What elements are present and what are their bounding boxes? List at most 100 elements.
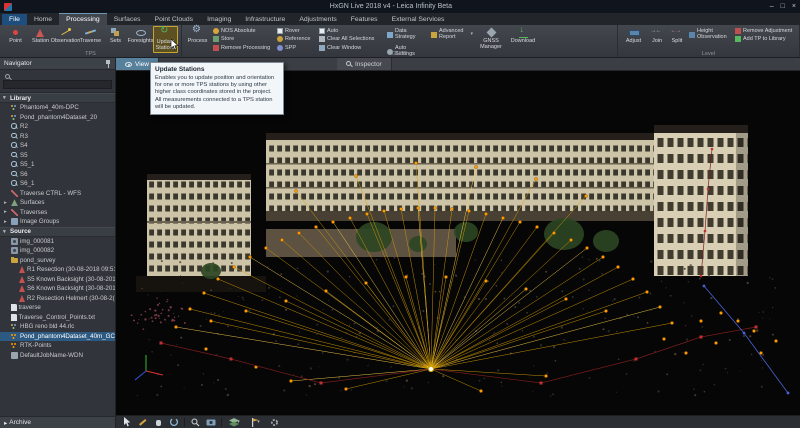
ribbon-tab[interactable]: External Services: [385, 14, 452, 25]
tree-item[interactable]: pond_survey: [0, 256, 115, 266]
tree-item[interactable]: S6: [0, 170, 115, 180]
tree-branch[interactable]: ▸ Image Groups: [0, 217, 115, 227]
ribbon-button[interactable]: Traverse: [78, 26, 103, 53]
ribbon-small-button[interactable]: Data Strategy: [386, 27, 424, 43]
ribbon-small-button[interactable]: Auto: [318, 27, 384, 35]
tree-item-icon: [11, 104, 18, 111]
add-tp-button[interactable]: Add TP to Library: [734, 36, 796, 44]
viewport-3d[interactable]: ▾ ▾: [116, 71, 800, 428]
tree-item[interactable]: Phantom4_40m-DPC: [0, 103, 115, 113]
tree-item[interactable]: img_000082: [0, 246, 115, 256]
ribbon-tab[interactable]: Infrastructure: [238, 14, 292, 25]
orbit-icon[interactable]: [168, 417, 180, 428]
ribbon-tab[interactable]: Features: [344, 14, 385, 25]
tree-item[interactable]: S6 Known Backsight (30-08-201: [0, 284, 115, 294]
tree-item[interactable]: R2: [0, 122, 115, 132]
source-section-header[interactable]: ▾ Source: [0, 227, 115, 237]
ribbon-tab[interactable]: Adjustments: [292, 14, 343, 25]
tree-branch[interactable]: ▸ Surfaces: [0, 198, 115, 208]
ribbon-small-button[interactable]: Reference: [276, 36, 316, 44]
ribbon-small-button[interactable]: Rover: [276, 27, 316, 35]
close-button[interactable]: ×: [792, 3, 796, 10]
ribbon-tab[interactable]: Imaging: [200, 14, 238, 25]
tree-item[interactable]: Traverse CTRL - WFS: [0, 189, 115, 199]
tree-branch[interactable]: ▸ Traverses: [0, 208, 115, 218]
tree-item[interactable]: traverse: [0, 303, 115, 313]
tree-item[interactable]: Pond_phantom4Dataset_20: [0, 113, 115, 123]
tree-item-icon: [11, 314, 17, 321]
tree-item[interactable]: S6_1: [0, 179, 115, 189]
gnss-manager-button[interactable]: GNSS Manager: [476, 26, 506, 51]
draw-icon[interactable]: [136, 417, 148, 428]
small-button-label: SPP: [285, 45, 296, 51]
ribbon-small-button[interactable]: Clear All Selections: [318, 36, 384, 44]
tree-item[interactable]: Pond_phantom4Dataset_40m_GCPs: [0, 332, 115, 342]
ribbon-button[interactable]: Sets: [103, 26, 128, 53]
remove-adjustment-button[interactable]: Remove Adjustment: [734, 27, 796, 35]
split-button[interactable]: Split: [668, 26, 686, 45]
pan-icon[interactable]: [152, 417, 164, 428]
advanced-report-button[interactable]: Advanced Report ▾: [430, 27, 474, 43]
navigator-search-input[interactable]: [3, 80, 112, 89]
ribbon-tab[interactable]: File: [2, 14, 27, 25]
display-mode-icon[interactable]: ▾: [247, 417, 264, 428]
ribbon-small-button[interactable]: Store: [212, 36, 274, 44]
ribbon-tab[interactable]: Surfaces: [107, 14, 148, 25]
tree-item[interactable]: DefaultJobName-WDN: [0, 351, 115, 361]
library-section-header[interactable]: ▾ Library: [0, 93, 115, 103]
tree-item[interactable]: HBG reno bld 44.rlc: [0, 322, 115, 332]
archive-section-header[interactable]: ▸ Archive: [0, 416, 115, 428]
tree-item-icon: [11, 258, 18, 263]
tree-item[interactable]: img_000081: [0, 237, 115, 247]
camera-view-icon[interactable]: [205, 417, 217, 428]
settings-icon[interactable]: [268, 417, 280, 428]
tree-item-icon: [11, 171, 18, 178]
ribbon-button-label: Foresights: [128, 39, 154, 45]
tree-item[interactable]: R1 Resection (30-08-2018 09:51): [0, 265, 115, 275]
tree-item-icon: [11, 142, 18, 149]
ribbon-button[interactable]: Point: [3, 26, 28, 53]
tree-item[interactable]: RTK-Points: [0, 341, 115, 351]
download-button[interactable]: Download: [508, 26, 538, 45]
ribbon-button[interactable]: Foresights: [128, 26, 153, 53]
tree-item-label: img_000081: [20, 238, 54, 245]
minimize-button[interactable]: –: [770, 3, 774, 10]
join-button[interactable]: Join: [648, 26, 666, 45]
small-button-icon: [319, 45, 325, 51]
ribbon-button-icon: [110, 27, 121, 38]
navigator-title: Navigator: [4, 60, 105, 67]
tab-inspector[interactable]: Inspector: [337, 58, 392, 70]
tps-buttons: Point Station Observation Traver: [3, 26, 178, 53]
tree-item[interactable]: S4: [0, 141, 115, 151]
ribbon-tab[interactable]: Home: [27, 14, 59, 25]
tree-item[interactable]: Traverse_Control_Points.txt: [0, 313, 115, 323]
tree-item[interactable]: S5_1: [0, 160, 115, 170]
pin-icon[interactable]: [105, 60, 111, 68]
maximize-button[interactable]: □: [781, 3, 785, 10]
ribbon-small-button[interactable]: NOS Absolute: [212, 27, 274, 35]
ribbon-tab[interactable]: Processing: [59, 13, 107, 25]
tree-item-label: pond_survey: [20, 257, 55, 264]
ribbon-button[interactable]: Observation: [53, 26, 78, 53]
zoom-window-icon[interactable]: [189, 417, 201, 428]
height-observation-button[interactable]: Height Observation: [688, 27, 732, 43]
source-list: img_000081 img_000082 pond_survey: [0, 237, 115, 361]
gnss-col1: NOS Absolute Store Remove Processing: [212, 26, 274, 52]
small-button-icon: [213, 36, 219, 42]
tree-item[interactable]: S5: [0, 151, 115, 161]
tree-item[interactable]: R3: [0, 132, 115, 142]
adjust-button[interactable]: Adjust: [621, 26, 646, 45]
library-label: Library: [10, 95, 31, 102]
source-label: Source: [10, 228, 31, 235]
chevron-down-icon: ▾: [470, 32, 473, 37]
layers-icon[interactable]: ▾: [226, 417, 243, 428]
process-button[interactable]: Process: [185, 26, 210, 45]
ribbon-tab-label: Infrastructure: [245, 16, 285, 23]
tree-item[interactable]: S5 Known Backsight (30-08-201: [0, 275, 115, 285]
select-icon[interactable]: [120, 417, 132, 428]
tree-item-icon: [11, 161, 18, 168]
building-point-cloud: [136, 125, 748, 292]
tree-item[interactable]: R2 Resection Helmert (30-08-2(: [0, 294, 115, 304]
small-button-icon: [213, 28, 219, 34]
ribbon-button[interactable]: Station: [28, 26, 53, 53]
